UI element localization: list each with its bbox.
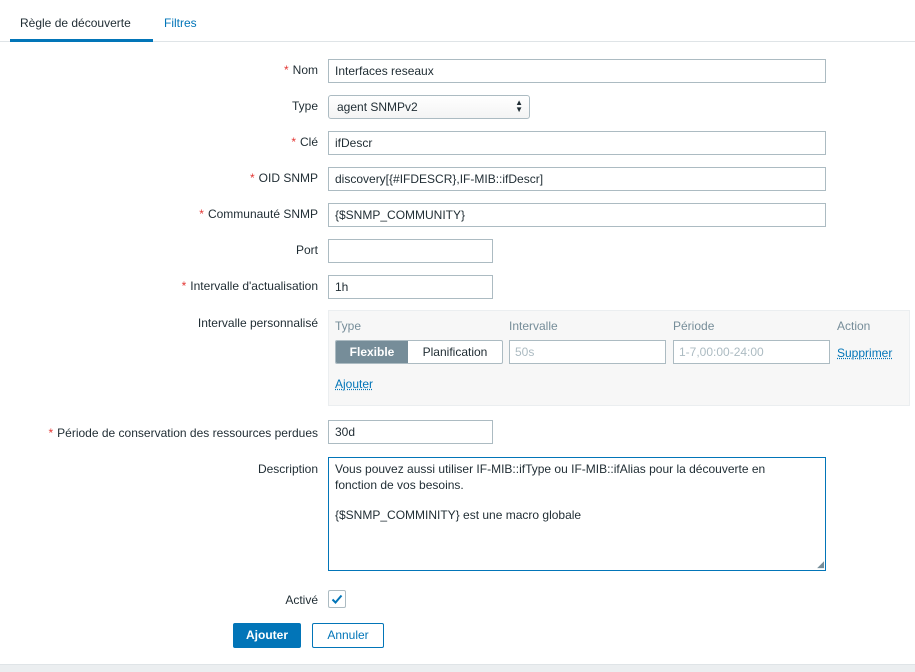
update-interval-input[interactable]: 1h (328, 275, 493, 299)
snmp-community-label-text: Communauté SNMP (207, 207, 318, 221)
key-input[interactable]: ifDescr (328, 131, 826, 155)
required-mark: * (181, 279, 187, 293)
port-input[interactable] (328, 239, 493, 263)
name-label: * Nom (284, 63, 318, 77)
lost-resources-label-text: Période de conservation des ressources p… (57, 426, 318, 440)
select-arrows-icon: ▲ ▼ (515, 98, 523, 114)
tab-discovery-rule[interactable]: Règle de découverte (10, 0, 153, 42)
type-flexible-option[interactable]: Flexible (336, 341, 408, 363)
type-select-value: agent SNMPv2 (337, 100, 418, 114)
required-mark: * (249, 171, 255, 185)
col-header-period: Période (673, 319, 715, 333)
enabled-checkbox[interactable] (328, 590, 346, 608)
tab-bar: Règle de découverte Filtres (0, 0, 915, 42)
form-panel: Règle de découverte Filtres * Nom Interfa… (0, 0, 915, 665)
required-mark: * (283, 63, 289, 77)
tab-filters[interactable]: Filtres (164, 0, 197, 39)
cancel-button[interactable]: Annuler (312, 623, 384, 648)
snmp-oid-label: * OID SNMP (250, 171, 318, 185)
required-mark: * (291, 135, 296, 149)
description-line: fonction de vos besoins. (335, 478, 464, 492)
snmp-oid-input[interactable]: discovery[{#IFDESCR},IF-MIB::ifDescr] (328, 167, 826, 191)
key-label-text: Clé (299, 135, 318, 149)
add-button[interactable]: Ajouter (233, 623, 301, 648)
col-header-action: Action (837, 319, 871, 333)
type-label: Type (291, 99, 318, 113)
col-header-type: Type (335, 319, 362, 333)
lost-resources-label: * Période de conservation des ressources … (49, 426, 319, 440)
tab-discovery-rule-label: Règle de découverte (20, 16, 131, 30)
name-label-text: Nom (292, 63, 318, 77)
custom-period-input[interactable]: 1-7,00:00-24:00 (673, 340, 830, 364)
snmp-community-input[interactable]: {$SNMP_COMMUNITY} (328, 203, 826, 227)
custom-interval-input[interactable]: 50s (509, 340, 666, 364)
update-interval-label: * Intervalle d'actualisation (182, 279, 318, 293)
remove-interval-link[interactable]: Supprimer (837, 346, 892, 360)
description-blank-line (335, 493, 819, 507)
description-line: {$SNMP_COMMINITY} est une macro globale (335, 508, 582, 522)
lost-resources-input[interactable]: 30d (328, 420, 493, 444)
snmp-oid-label-text: OID SNMP (258, 171, 318, 185)
col-header-interval: Intervalle (509, 319, 558, 333)
update-interval-label-text: Intervalle d'actualisation (190, 279, 318, 293)
add-interval-link[interactable]: Ajouter (335, 377, 373, 391)
description-label: Description (257, 462, 318, 476)
description-line: Vous pouvez aussi utiliser IF-MIB::ifTyp… (335, 462, 766, 476)
snmp-community-label: * Communauté SNMP (199, 207, 318, 221)
custom-intervals-table: Type Intervalle Période Action Flexible … (328, 310, 910, 406)
required-mark: * (199, 207, 204, 221)
name-input[interactable]: Interfaces reseaux (328, 59, 826, 83)
key-label: * Clé (291, 135, 318, 149)
interval-type-toggle: Flexible Planification (335, 340, 503, 364)
enabled-label: Activé (285, 593, 318, 607)
checkmark-icon (331, 594, 343, 604)
description-textarea[interactable]: Vous pouvez aussi utiliser IF-MIB::ifTyp… (328, 457, 826, 571)
type-scheduling-option[interactable]: Planification (408, 341, 502, 363)
type-select[interactable]: agent SNMPv2 ▲ ▼ (328, 95, 530, 119)
resize-handle-icon[interactable]: ◢ (817, 560, 824, 569)
custom-intervals-label: Intervalle personnalisé (197, 316, 318, 330)
required-mark: * (48, 426, 54, 440)
port-label: Port (295, 243, 318, 257)
